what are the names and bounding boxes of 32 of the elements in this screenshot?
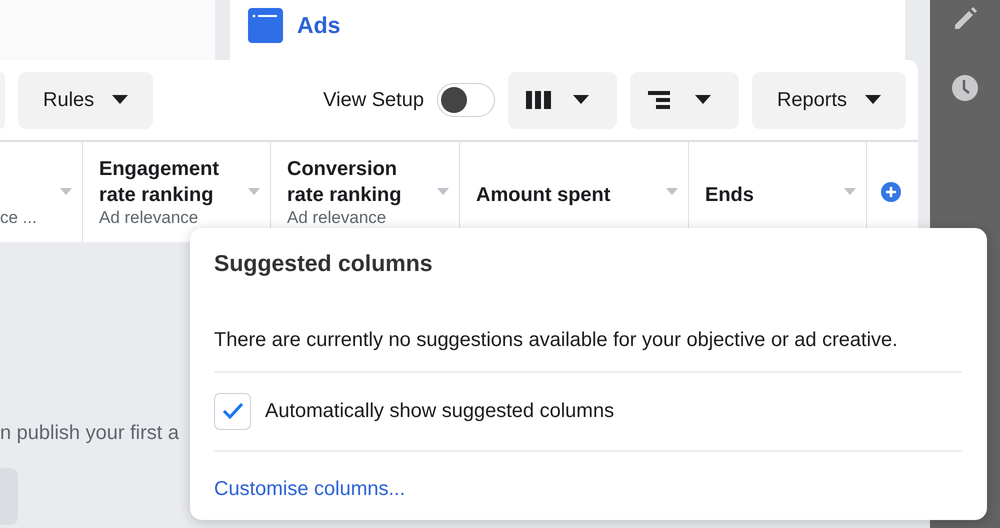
breakdown-button[interactable] [630,72,739,128]
column-header[interactable]: ce ... [0,142,83,242]
header-title: Amount spent [476,183,610,208]
caret-icon [572,95,589,105]
clock-icon[interactable] [951,74,979,102]
breakdown-icon [648,89,673,111]
caret-icon [694,95,711,105]
reports-button[interactable]: Reports [752,72,906,128]
columns-button[interactable] [508,72,617,128]
section-title: Ads [297,10,340,40]
caret-icon [865,95,881,105]
ads-icon [248,8,283,42]
rules-button[interactable]: Rules [18,72,154,128]
pencil-icon[interactable] [952,6,978,32]
columns-icon [526,89,551,111]
checkbox[interactable] [214,392,251,430]
popup-message: There are currently no suggestions available for your objective or ad creative. [214,324,962,372]
add-icon[interactable] [881,182,901,202]
header-title: Engagement rate ranking [99,157,220,208]
header-subtitle: Ad relevance [99,208,200,228]
caret-icon [112,95,128,105]
customise-columns-link[interactable]: Customise columns... [214,474,406,504]
toggle-label: View Setup [323,88,424,113]
header-subtitle: ce ... [0,208,37,228]
header-title: Conversion rate ranking [287,157,402,208]
popup-title: Suggested columns [214,249,434,278]
description-text: n publish your first a [0,421,180,446]
header-subtitle: Ad relevance [287,208,388,228]
view-setup-toggle[interactable] [436,83,495,117]
checkbox-label[interactable]: Automatically show suggested columns [265,396,614,426]
check-icon [222,402,244,420]
header-title: Ends [705,183,754,208]
